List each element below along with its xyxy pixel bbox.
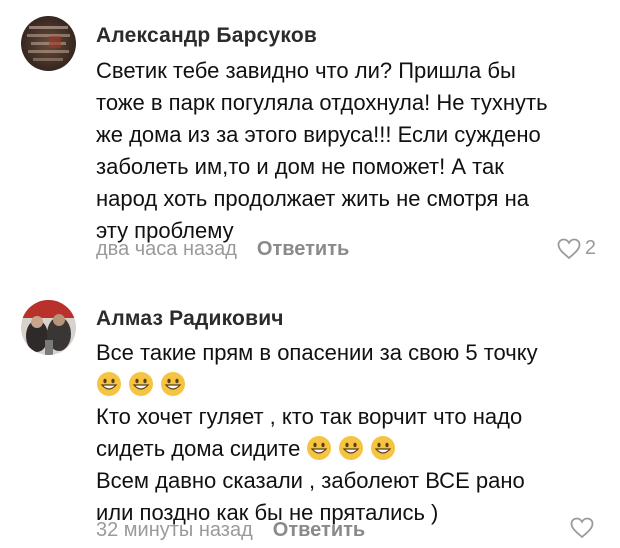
heart-outline-icon: [557, 238, 581, 259]
grinning-face-icon: [339, 436, 364, 460]
like-button[interactable]: 2: [557, 237, 596, 260]
grinning-face-icon: [371, 436, 396, 460]
comment-text: Все такие прям в опасении за свою 5 точк…: [96, 337, 596, 529]
grinning-face-icon: [97, 372, 121, 396]
grinning-face-icon: [129, 372, 153, 396]
comment-line: народ хоть продолжает жить не смотря на: [96, 186, 529, 211]
comment-line-with-emoji: сидеть дома сидите: [96, 433, 596, 465]
comment-time: два часа назад: [96, 238, 237, 260]
comment-line: заболеть им,то и дом не поможет! А так: [96, 154, 504, 179]
avatar[interactable]: [21, 300, 76, 355]
comment-time: 32 минуты назад: [96, 519, 253, 541]
comment-line: Светик тебе завидно что ли? Пришла бы: [96, 58, 516, 83]
comment-line: сидеть дома сидите: [96, 436, 301, 461]
comment-line: же дома из за этого вируса!!! Если сужде…: [96, 122, 541, 147]
like-count: 2: [584, 237, 596, 259]
grinning-face-icon: [307, 436, 332, 460]
like-button[interactable]: [570, 517, 598, 539]
grinning-face-icon: [161, 372, 185, 396]
comment-author[interactable]: Александр Барсуков: [96, 24, 317, 48]
reply-button[interactable]: Ответить: [257, 238, 349, 260]
comment-meta: два часа назад Ответить: [96, 238, 349, 261]
comment-line: Все такие прям в опасении за свою 5 точк…: [96, 340, 538, 365]
comment-text: Светик тебе завидно что ли? Пришла бы то…: [96, 55, 596, 247]
avatar[interactable]: [21, 16, 76, 71]
comment-author[interactable]: Алмаз Радикович: [96, 307, 284, 331]
comment-meta: 32 минуты назад Ответить: [96, 519, 365, 542]
comment-line: Кто хочет гуляет , кто так ворчит что на…: [96, 404, 523, 429]
heart-outline-icon: [570, 517, 594, 539]
emoji-line: [96, 369, 596, 401]
comment-line: Всем давно сказали , заболеют ВСЕ рано: [96, 468, 525, 493]
reply-button[interactable]: Ответить: [273, 519, 365, 541]
comment-line: тоже в парк погуляла отдохнула! Не тухну…: [96, 90, 548, 115]
